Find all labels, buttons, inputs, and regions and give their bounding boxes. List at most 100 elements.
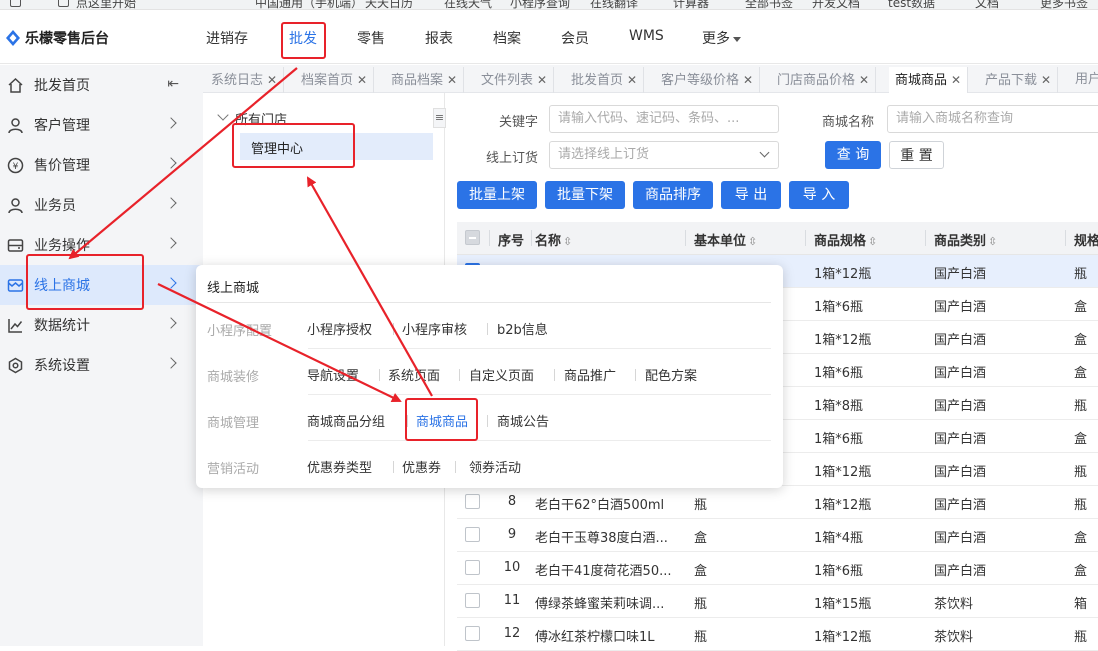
tab-store-product-price[interactable]: 门店商品价格 ✕ — [771, 67, 877, 93]
keyword-input[interactable]: 请输入代码、速记码、条码、... — [549, 105, 779, 133]
online-mall-menu-popup: 线上商城 小程序配置 小程序授权 小程序审核 b2b信息 商城装修 导航设置 系… — [196, 265, 783, 488]
menu-link-mall-announcements[interactable]: 商城公告 — [497, 411, 549, 430]
tab-product-archive[interactable]: 商品档案 ✕ — [385, 67, 465, 93]
select-all-checkbox[interactable] — [465, 230, 480, 245]
bookmark[interactable]: 全部书签 — [745, 0, 793, 9]
tab-product-download[interactable]: 产品下载 ✕ — [979, 67, 1059, 93]
bookmark[interactable]: 计算器 — [673, 0, 709, 9]
menu-link-color-scheme[interactable]: 配色方案 — [645, 365, 697, 384]
tab-label: 系统日志 — [211, 73, 264, 88]
column-header-name[interactable]: 名称 ⇳ — [535, 230, 572, 249]
menu-link-miniprogram-auth[interactable]: 小程序授权 — [307, 319, 372, 338]
menu-link-miniprogram-review[interactable]: 小程序审核 — [402, 319, 467, 338]
bookmark[interactable]: 文档 — [975, 0, 999, 9]
bookmark[interactable]: 中国通用（手机端） — [255, 0, 363, 9]
cell-category: 国产白酒 — [934, 465, 987, 480]
bookmark[interactable]: 小程序查询 — [510, 0, 570, 9]
collapse-tree-icon[interactable]: ≡ — [433, 108, 446, 128]
table-row[interactable]: 9 老白干玉尊38度白酒... 盒 1箱*4瓶 国产白酒 盒 — [457, 519, 1098, 552]
close-icon[interactable]: ✕ — [357, 73, 367, 87]
close-icon[interactable]: ✕ — [447, 73, 457, 87]
sort-icon: ⇳ — [988, 235, 998, 248]
bookmark-icon[interactable] — [58, 0, 69, 7]
menu-link-product-promotion[interactable]: 商品推广 — [564, 365, 616, 384]
sidebar-item-statistics[interactable]: 数据统计 — [0, 305, 203, 345]
divider — [207, 302, 771, 303]
table-row[interactable]: 8 老白干62°白酒500ml 瓶 1箱*12瓶 国产白酒 瓶 — [457, 486, 1098, 519]
tab-pifa-home[interactable]: 批发首页 ✕ — [565, 67, 645, 93]
search-button[interactable]: 查 询 — [825, 141, 881, 169]
nav-wms[interactable]: WMS — [629, 28, 664, 44]
bookmark[interactable]: 在线天气 — [444, 0, 492, 9]
column-header-label: 商品规格 — [814, 234, 867, 249]
column-header-unit[interactable]: 基本单位 ⇳ — [694, 230, 757, 249]
nav-dangan[interactable]: 档案 — [493, 28, 521, 48]
reset-button[interactable]: 重 置 — [889, 141, 944, 169]
row-checkbox[interactable] — [465, 593, 480, 608]
online-order-select[interactable]: 请选择线上订货 — [549, 141, 779, 169]
batch-delist-button[interactable]: 批量下架 — [545, 181, 625, 209]
cell-category: 国产白酒 — [934, 366, 987, 381]
row-checkbox[interactable] — [465, 494, 480, 509]
cell-name: 老白干玉尊38度白酒... — [535, 531, 668, 546]
nav-huiyuan[interactable]: 会员 — [561, 28, 589, 48]
row-checkbox[interactable] — [465, 527, 480, 542]
menu-link-custom-pages[interactable]: 自定义页面 — [469, 365, 534, 384]
divider — [455, 461, 456, 473]
tab-system-log[interactable]: 系统日志 ✕ — [205, 67, 285, 93]
table-row[interactable]: 10 老白干41度荷花酒50... 盒 1箱*6瓶 国产白酒 盒 — [457, 552, 1098, 585]
menu-link-coupons[interactable]: 优惠券 — [402, 457, 441, 476]
column-header-spec[interactable]: 商品规格 ⇳ — [814, 230, 877, 249]
app-logo[interactable]: 乐檬零售后台 — [6, 28, 109, 48]
row-checkbox[interactable] — [465, 560, 480, 575]
close-icon[interactable]: ✕ — [537, 73, 547, 87]
menu-link-product-groups[interactable]: 商城商品分组 — [307, 411, 385, 430]
menu-link-nav-settings[interactable]: 导航设置 — [307, 365, 359, 384]
bookmark[interactable]: 更多书签 — [1040, 0, 1088, 9]
nav-lingshou[interactable]: 零售 — [357, 28, 385, 48]
nav-baobiao[interactable]: 报表 — [425, 28, 453, 48]
menu-link-coupon-types[interactable]: 优惠券类型 — [307, 457, 372, 476]
product-sort-button[interactable]: 商品排序 — [633, 181, 713, 209]
table-row[interactable]: 11 傅绿茶蜂蜜茉莉味调... 瓶 1箱*15瓶 茶饮料 箱 — [457, 585, 1098, 618]
tab-file-list[interactable]: 文件列表 ✕ — [475, 67, 555, 93]
tab-archive-home[interactable]: 档案首页 ✕ — [295, 67, 375, 93]
tab-users[interactable]: 用户 — [1069, 67, 1098, 93]
close-icon[interactable]: ✕ — [859, 73, 869, 87]
bookmark[interactable]: 开发文档 — [812, 0, 860, 9]
close-icon[interactable]: ✕ — [627, 73, 637, 87]
tab-mall-products[interactable]: 商城商品 ✕ — [889, 67, 969, 93]
bookmark[interactable]: 天天日历 — [365, 0, 413, 9]
close-icon[interactable]: ✕ — [267, 73, 277, 87]
sidebar-item-pifa-home[interactable]: 批发首页 ⇤ — [0, 65, 203, 105]
mall-name-input[interactable]: 请输入商城名称查询 — [887, 105, 1098, 133]
close-icon[interactable]: ✕ — [1041, 73, 1051, 87]
nav-more[interactable]: 更多 — [702, 28, 741, 48]
close-icon[interactable]: ✕ — [951, 73, 961, 87]
sidebar-item-customers[interactable]: 客户管理 — [0, 105, 203, 145]
bookmark[interactable]: 点这里开始 — [76, 0, 136, 9]
menu-link-coupon-activities[interactable]: 领券活动 — [469, 457, 521, 476]
import-button[interactable]: 导 入 — [789, 181, 849, 209]
sidebar-item-settings[interactable]: 系统设置 — [0, 345, 203, 385]
sidebar-item-price[interactable]: ¥ 售价管理 — [0, 145, 203, 185]
cell-spec: 1箱*12瓶 — [814, 498, 872, 513]
batch-list-button[interactable]: 批量上架 — [457, 181, 537, 209]
apps-icon[interactable] — [10, 0, 21, 7]
menu-link-system-pages[interactable]: 系统页面 — [388, 365, 440, 384]
cell-spec: 1箱*12瓶 — [814, 333, 872, 348]
column-header-category[interactable]: 商品类别 ⇳ — [934, 230, 997, 249]
cell-category: 茶饮料 — [934, 630, 974, 645]
tab-customer-level-price[interactable]: 客户等级价格 ✕ — [655, 67, 761, 93]
collapse-sidebar-icon[interactable]: ⇤ — [167, 76, 179, 92]
bookmark[interactable]: test数据 — [888, 0, 935, 9]
menu-link-b2b-info[interactable]: b2b信息 — [497, 319, 548, 338]
bookmark[interactable]: 在线翻译 — [590, 0, 638, 9]
table-row[interactable]: 12 傅冰红茶柠檬口味1L 瓶 1箱*12瓶 茶饮料 瓶 — [457, 618, 1098, 651]
nav-jinxiaocun[interactable]: 进销存 — [206, 28, 248, 48]
row-checkbox[interactable] — [465, 626, 480, 641]
column-divider — [489, 230, 490, 246]
export-button[interactable]: 导 出 — [721, 181, 781, 209]
close-icon[interactable]: ✕ — [743, 73, 753, 87]
sidebar-item-salesman[interactable]: 业务员 — [0, 185, 203, 225]
